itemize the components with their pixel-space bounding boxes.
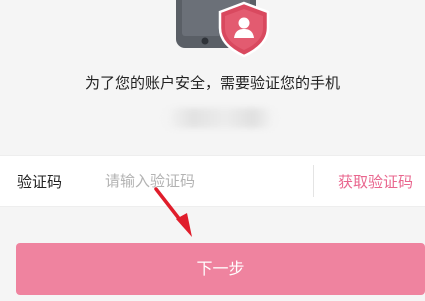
get-code-button[interactable]: 获取验证码 <box>338 171 413 192</box>
shield-user-icon <box>218 1 270 58</box>
verification-code-row: 验证码 获取验证码 <box>0 155 425 207</box>
verify-phone-page: 为了您的账户安全，需要验证您的手机 验证码 获取验证码 下一步 <box>0 0 425 301</box>
verification-code-input[interactable] <box>105 166 300 196</box>
arrow-pointer-icon <box>154 187 192 237</box>
verification-code-label: 验证码 <box>17 173 63 191</box>
masked-phone-number <box>165 108 275 128</box>
next-step-button[interactable]: 下一步 <box>16 243 425 295</box>
divider <box>313 165 314 197</box>
security-notice-text: 为了您的账户安全，需要验证您的手机 <box>84 74 340 92</box>
phone-shield-illustration <box>176 0 270 58</box>
